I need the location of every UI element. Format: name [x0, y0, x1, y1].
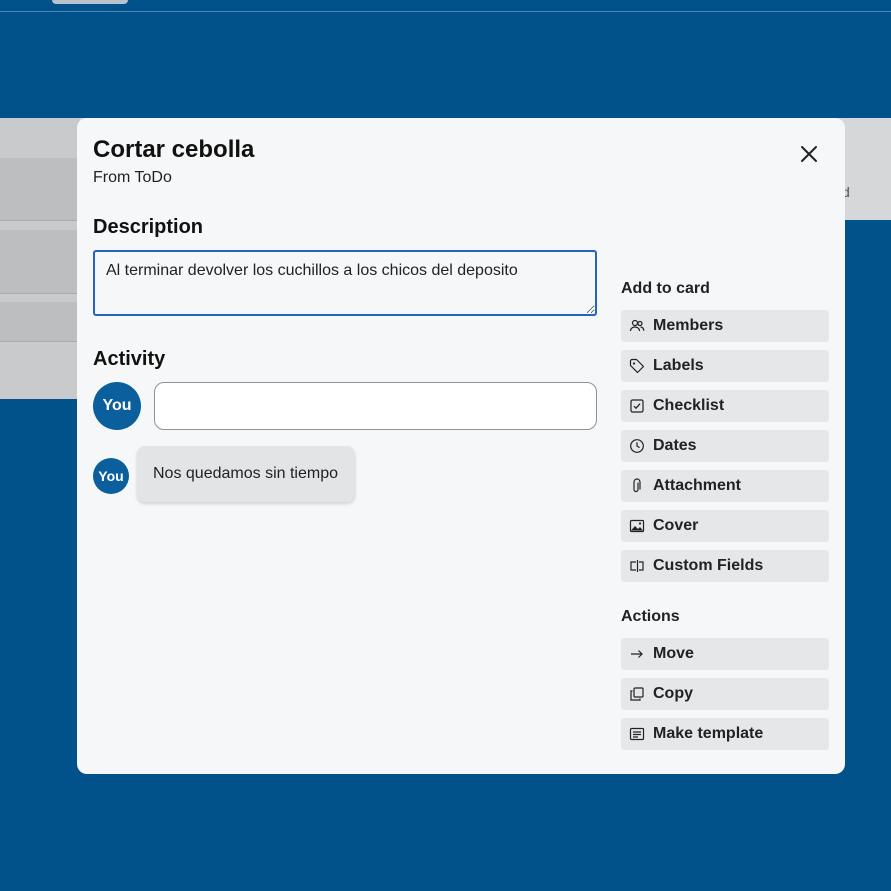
- card-list-origin: From ToDo: [93, 169, 172, 186]
- template-icon: [629, 726, 645, 742]
- members-button[interactable]: Members: [621, 310, 829, 342]
- make-template-label: Make template: [653, 725, 764, 742]
- move-button[interactable]: Move: [621, 638, 829, 670]
- comment-text[interactable]: Nos quedamos sin tiempo: [137, 446, 355, 502]
- top-bar-tab[interactable]: [52, 0, 128, 4]
- image-icon: [629, 518, 645, 534]
- dates-button[interactable]: Dates: [621, 430, 829, 462]
- background-card: [0, 230, 80, 294]
- actions-heading: Actions: [621, 608, 680, 625]
- attachment-button[interactable]: Attachment: [621, 470, 829, 502]
- members-icon: [629, 318, 645, 334]
- background-card: [0, 302, 80, 342]
- checklist-label: Checklist: [653, 397, 725, 414]
- members-label: Members: [653, 317, 724, 334]
- description-heading: Description: [93, 216, 204, 238]
- card-detail-modal: Cortar cebolla From ToDo Description Al …: [77, 118, 845, 774]
- copy-icon: [629, 686, 645, 702]
- checklist-button[interactable]: Checklist: [621, 390, 829, 422]
- labels-button[interactable]: Labels: [621, 350, 829, 382]
- custom-fields-button[interactable]: Custom Fields: [621, 550, 829, 582]
- copy-button[interactable]: Copy: [621, 678, 829, 710]
- add-to-card-heading: Add to card: [621, 280, 710, 297]
- top-bar: [0, 0, 891, 12]
- paperclip-icon: [629, 478, 645, 494]
- checklist-icon: [629, 398, 645, 414]
- cover-label: Cover: [653, 517, 699, 534]
- cover-button[interactable]: Cover: [621, 510, 829, 542]
- card-title[interactable]: Cortar cebolla: [93, 136, 254, 164]
- comment-input[interactable]: [154, 382, 597, 430]
- dates-label: Dates: [653, 437, 697, 454]
- comment-avatar: You: [93, 458, 129, 494]
- description-field[interactable]: Al terminar devolver los cuchillos a los…: [93, 250, 597, 316]
- clock-icon: [629, 438, 645, 454]
- attachment-label: Attachment: [653, 477, 742, 494]
- close-button[interactable]: [795, 140, 823, 168]
- arrow-right-icon: [629, 646, 645, 662]
- custom-fields-label: Custom Fields: [653, 557, 764, 574]
- tag-icon: [629, 358, 645, 374]
- copy-label: Copy: [653, 685, 693, 702]
- labels-label: Labels: [653, 357, 704, 374]
- make-template-button[interactable]: Make template: [621, 718, 829, 750]
- move-label: Move: [653, 645, 694, 662]
- activity-heading: Activity: [93, 348, 166, 370]
- background-card: [0, 158, 80, 221]
- avatar: You: [93, 382, 141, 430]
- custom-fields-icon: [629, 558, 645, 574]
- close-icon: [801, 146, 817, 162]
